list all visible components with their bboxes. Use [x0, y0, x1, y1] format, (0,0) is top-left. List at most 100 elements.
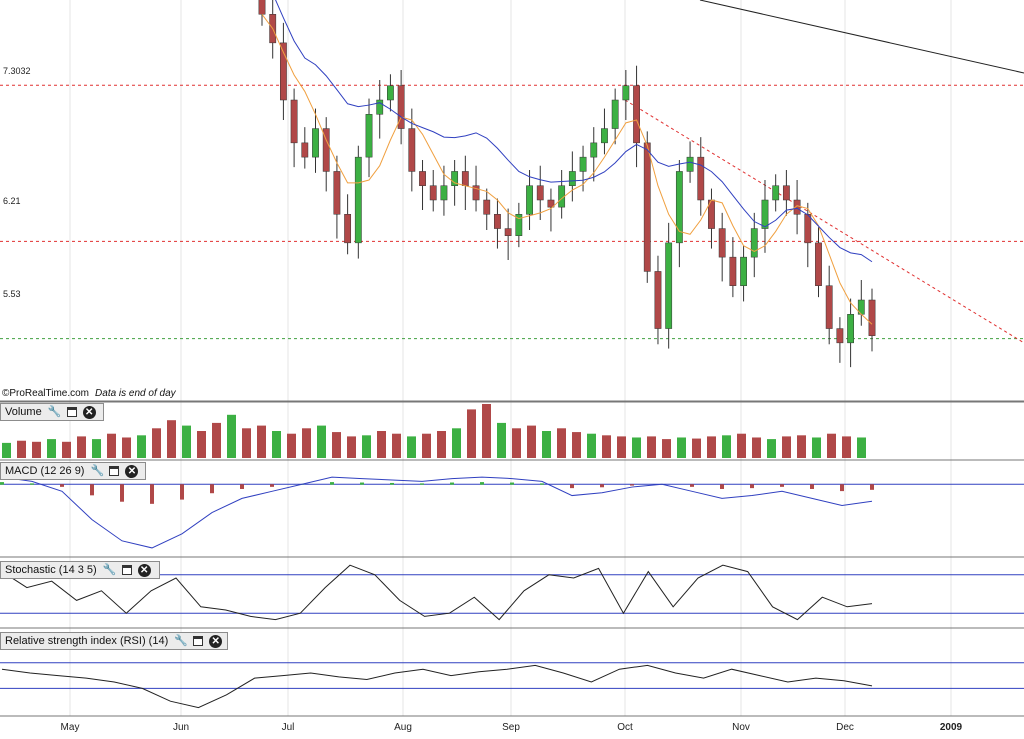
candle-body: [601, 128, 608, 144]
macd-histogram-bar: [180, 484, 184, 500]
candle-body: [312, 128, 319, 158]
close-icon[interactable]: ✕: [82, 405, 96, 419]
rsi-panel-header[interactable]: Relative strength index (RSI) (14) 🔧 ✕: [0, 632, 228, 650]
volume-bar: [182, 425, 191, 458]
volume-bar: [512, 428, 521, 458]
candle-body: [408, 128, 416, 172]
price-level-label: 6.21: [3, 196, 21, 206]
candle-body: [804, 214, 812, 244]
moving-average-slow: [275, 0, 873, 263]
x-axis-month-label: May: [60, 722, 80, 733]
wrench-icon[interactable]: 🔧: [103, 564, 117, 577]
macd-histogram-bar: [480, 482, 484, 485]
volume-bar: [527, 425, 536, 458]
volume-bar: [197, 431, 206, 458]
candle-body: [622, 85, 630, 101]
volume-bar: [32, 441, 41, 458]
volume-bar: [767, 439, 776, 458]
candle-body: [654, 271, 662, 329]
candle-body: [568, 171, 576, 186]
x-axis-month-label: Sep: [502, 722, 520, 733]
volume-bar: [107, 433, 116, 458]
window-icon[interactable]: [121, 565, 132, 575]
macd-histogram-bar: [870, 484, 874, 490]
volume-bar: [227, 414, 236, 458]
macd-histogram-bar: [30, 483, 34, 485]
x-axis-month-label: Jul: [281, 722, 295, 733]
volume-panel-header[interactable]: Volume 🔧 ✕: [0, 403, 104, 421]
candle-body: [483, 199, 491, 215]
stochastic-panel-header[interactable]: Stochastic (14 3 5) 🔧 ✕: [0, 561, 160, 579]
candle-body: [526, 185, 533, 215]
volume-bar: [122, 437, 131, 458]
window-icon[interactable]: [66, 407, 77, 417]
wrench-icon[interactable]: 🔧: [174, 635, 188, 648]
candle-body: [761, 199, 769, 229]
wrench-icon[interactable]: 🔧: [48, 406, 62, 419]
close-icon[interactable]: ✕: [125, 464, 139, 478]
candle-body: [536, 185, 544, 201]
macd-histogram-bar: [780, 484, 784, 487]
candle-body: [504, 228, 512, 236]
volume-bar: [317, 425, 326, 458]
macd-histogram-bar: [90, 484, 94, 496]
trend-line: [699, 0, 1024, 74]
price-level-label: 5.53: [3, 289, 21, 299]
macd-panel-header[interactable]: MACD (12 26 9) 🔧 ✕: [0, 462, 146, 480]
volume-bar: [632, 437, 641, 458]
volume-bar: [347, 436, 356, 458]
candle-body: [740, 256, 747, 286]
volume-bar: [827, 433, 836, 458]
volume-bar: [302, 428, 311, 458]
volume-bar: [722, 435, 731, 458]
volume-bar: [2, 442, 11, 458]
volume-bar: [662, 439, 671, 458]
x-axis-month-label: Oct: [617, 722, 633, 733]
macd-histogram-bar: [630, 484, 634, 486]
candle-body: [750, 228, 758, 258]
volume-bar: [677, 437, 686, 458]
candle-body: [494, 214, 501, 229]
candle-body: [440, 185, 448, 201]
volume-bar: [692, 438, 701, 458]
volume-bar: [47, 439, 56, 458]
volume-bar: [167, 420, 176, 458]
volume-bar: [242, 428, 251, 458]
stochastic-panel-title: Stochastic (14 3 5): [5, 564, 97, 576]
volume-bar: [557, 428, 566, 458]
volume-bar: [857, 437, 866, 458]
volume-bar: [497, 422, 506, 458]
volume-bar: [707, 436, 716, 458]
close-icon[interactable]: ✕: [137, 563, 151, 577]
volume-bar: [752, 437, 761, 458]
window-icon[interactable]: [109, 466, 120, 476]
candle-body: [697, 156, 705, 201]
x-axis-month-label: Jun: [172, 722, 190, 733]
macd-histogram-bar: [810, 484, 814, 489]
wrench-icon[interactable]: 🔧: [90, 465, 104, 478]
window-icon[interactable]: [193, 636, 204, 646]
candle-body: [387, 85, 394, 101]
candle-body: [825, 285, 833, 329]
volume-bar: [842, 436, 851, 458]
volume-bar: [17, 440, 26, 458]
candle-body: [590, 142, 598, 158]
macd-histogram-bar: [390, 482, 394, 485]
candle-body: [258, 0, 266, 15]
volume-bar: [482, 404, 491, 458]
volume-bar: [542, 431, 551, 458]
candle-body: [868, 299, 876, 336]
volume-bar: [617, 436, 626, 458]
candle-body: [354, 156, 362, 244]
watermark: ©ProRealTime.com Data is end of day: [2, 388, 176, 399]
volume-bar: [92, 439, 101, 458]
resistance-line: [624, 99, 1024, 344]
macd-histogram-bar: [450, 482, 454, 485]
candle-body: [344, 214, 352, 244]
candle-body: [782, 185, 790, 201]
macd-panel-title: MACD (12 26 9): [5, 465, 85, 477]
close-icon[interactable]: ✕: [209, 634, 223, 648]
x-axis-year-label: 2009: [939, 722, 963, 733]
volume-bar: [362, 435, 371, 458]
macd-histogram-bar: [720, 484, 724, 489]
